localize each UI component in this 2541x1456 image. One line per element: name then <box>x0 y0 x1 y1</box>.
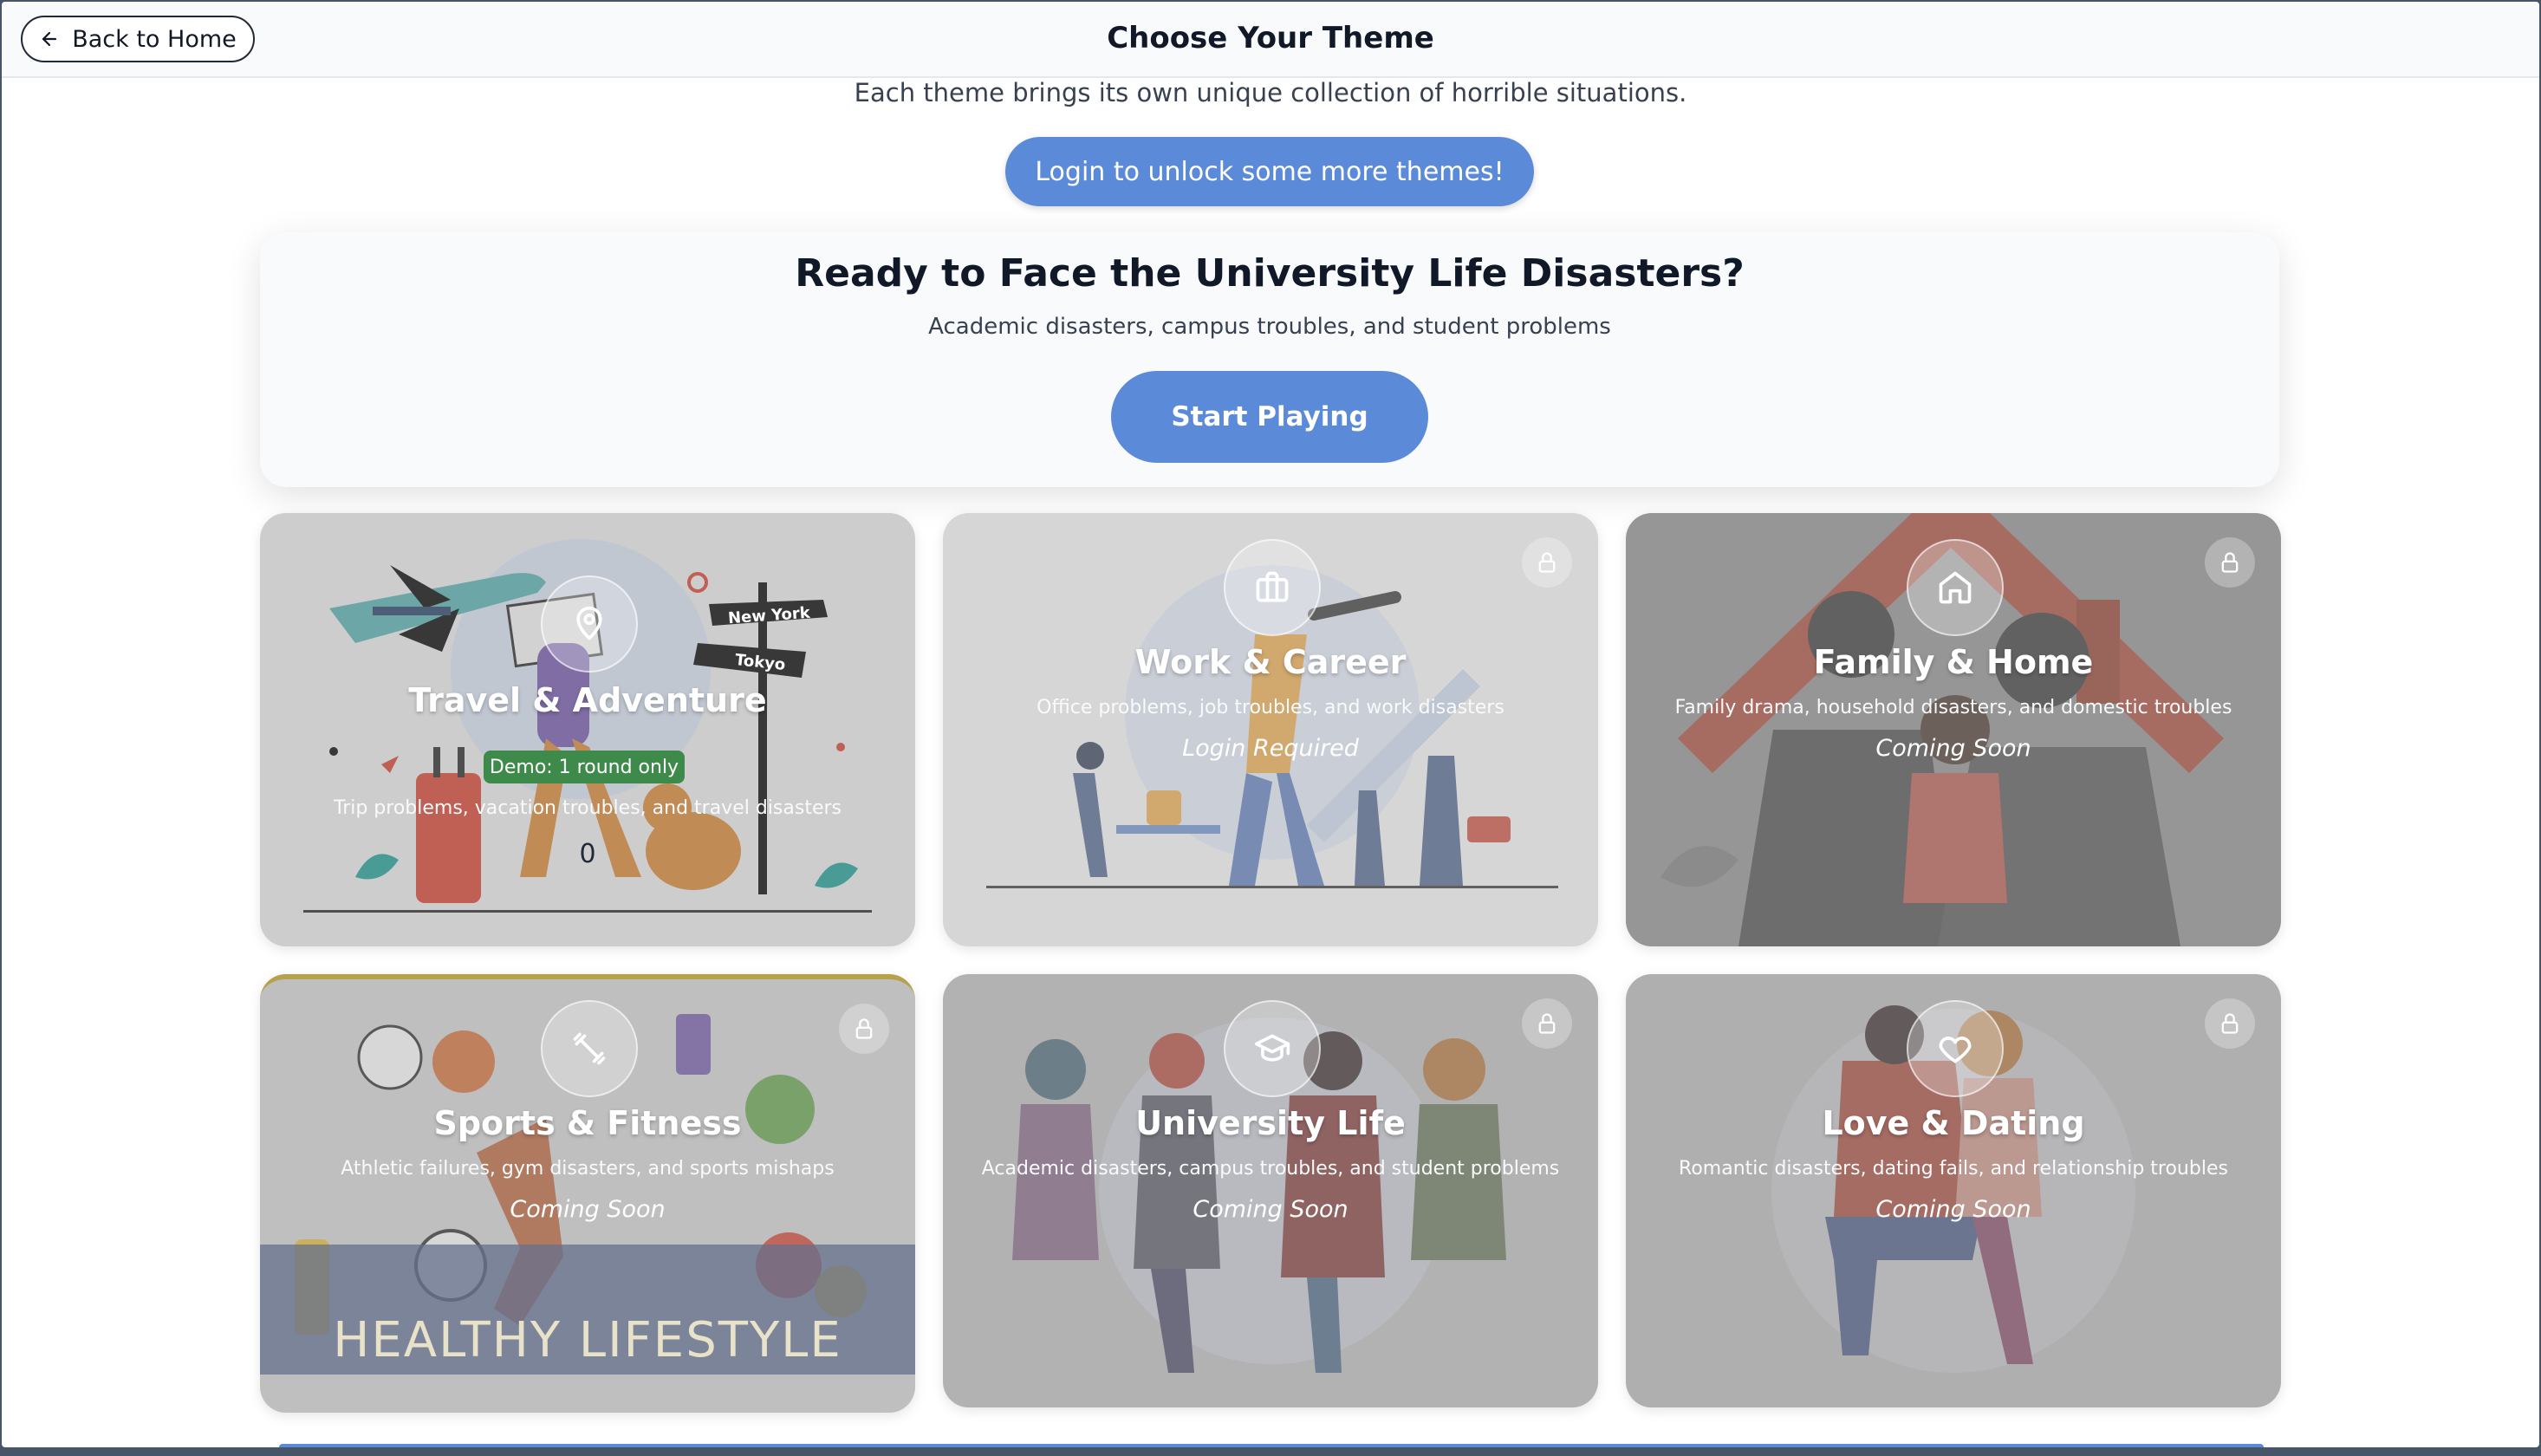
lock-badge <box>1522 537 1572 588</box>
theme-card-university[interactable]: University Life Academic disasters, camp… <box>943 974 1598 1407</box>
theme-card-sports[interactable]: HEALTHY LIFESTYLE Sports & Fitness Athle… <box>260 974 915 1413</box>
login-unlock-button[interactable]: Login to unlock some more themes! <box>1005 137 1534 206</box>
ready-subtitle: Academic disasters, campus troubles, and… <box>928 314 1611 340</box>
theme-title: University Life <box>1135 1104 1406 1142</box>
lock-icon <box>1538 552 1556 573</box>
demo-badge: Demo: 1 round only <box>484 751 685 783</box>
theme-status: Coming Soon <box>510 1196 666 1223</box>
theme-icon-badge <box>1907 539 2004 636</box>
lock-icon <box>2221 552 2239 573</box>
theme-card-travel[interactable]: New York Tokyo Travel & Adventure Demo: … <box>260 513 915 946</box>
theme-status: Coming Soon <box>1875 1196 2031 1223</box>
lock-badge <box>2205 998 2255 1049</box>
theme-description: Romantic disasters, dating fails, and re… <box>1679 1158 2228 1180</box>
ready-title: Ready to Face the University Life Disast… <box>795 251 1745 296</box>
theme-icon-badge <box>1224 1000 1321 1097</box>
theme-status: Coming Soon <box>1193 1196 1348 1223</box>
lock-icon <box>2221 1013 2239 1034</box>
lock-badge <box>2205 537 2255 588</box>
briefcase-icon <box>1256 571 1289 602</box>
lock-badge <box>839 1004 889 1054</box>
lock-icon <box>1538 1013 1556 1034</box>
theme-icon-badge <box>541 1000 638 1097</box>
map-pin-icon <box>576 606 602 640</box>
graduation-cap-icon <box>1254 1034 1290 1062</box>
theme-card-family[interactable]: Family & Home Family drama, household di… <box>1626 513 2281 946</box>
theme-title: Work & Career <box>1134 643 1407 681</box>
theme-description: Office problems, job troubles, and work … <box>1037 697 1504 718</box>
theme-title: Sports & Fitness <box>433 1104 742 1142</box>
theme-icon-badge <box>1907 1000 2004 1097</box>
theme-description: Family drama, household disasters, and d… <box>1674 697 2232 718</box>
demo-rounds-count: 0 <box>579 839 596 869</box>
theme-title: Family & Home <box>1813 643 2094 681</box>
theme-description: Academic disasters, campus troubles, and… <box>981 1158 1560 1180</box>
theme-description: Athletic failures, gym disasters, and sp… <box>341 1158 835 1180</box>
lock-icon <box>855 1018 873 1039</box>
theme-icon-badge <box>1224 539 1321 636</box>
heart-icon <box>1939 1037 1972 1063</box>
lock-badge <box>1522 998 1572 1049</box>
next-section-edge <box>279 1444 2264 1447</box>
healthy-lifestyle-banner: HEALTHY LIFESTYLE <box>333 1312 842 1368</box>
theme-status: Login Required <box>1182 735 1359 762</box>
theme-title: Love & Dating <box>1822 1104 2085 1142</box>
dumbbell-icon <box>573 1032 606 1065</box>
ready-panel: Ready to Face the University Life Disast… <box>260 232 2279 487</box>
theme-title: Travel & Adventure <box>408 681 767 719</box>
theme-status: Coming Soon <box>1875 735 2031 762</box>
top-bar: Back to Home Choose Your Theme <box>2 2 2539 78</box>
page-title: Choose Your Theme <box>1107 21 1434 55</box>
home-icon <box>1939 571 1972 604</box>
start-playing-button[interactable]: Start Playing <box>1111 371 1428 463</box>
theme-description: Trip problems, vacation troubles, and tr… <box>333 797 842 819</box>
theme-icon-badge <box>541 575 638 673</box>
app-window: Back to Home Choose Your Theme Each them… <box>2 2 2539 1447</box>
theme-card-love[interactable]: Love & Dating Romantic disasters, dating… <box>1626 974 2281 1407</box>
theme-card-work[interactable]: Work & Career Office problems, job troub… <box>943 513 1598 946</box>
intro-text: Each theme brings its own unique collect… <box>854 78 1687 107</box>
